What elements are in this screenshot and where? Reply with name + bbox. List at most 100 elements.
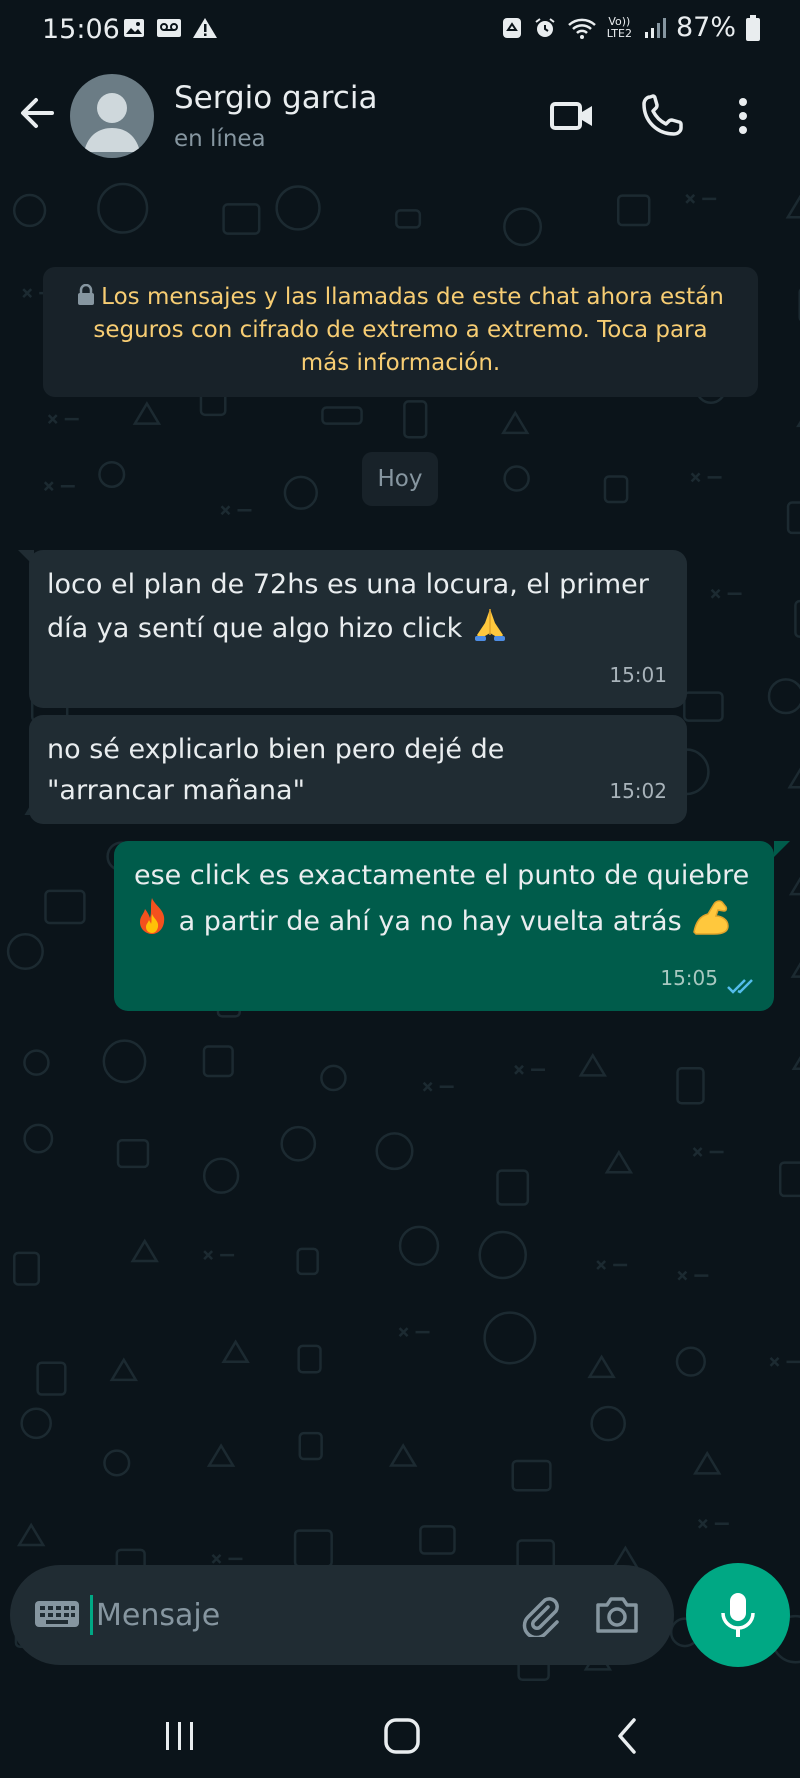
wallpaper-doodle [603,475,629,504]
message-time: 15:05 [660,966,718,990]
recent-apps-icon[interactable] [156,1714,204,1758]
text-caret [90,1595,93,1635]
avatar[interactable] [70,74,154,158]
default-avatar-icon [84,93,140,152]
back-nav-icon[interactable] [604,1714,652,1758]
wallpaper-doodle [767,678,800,715]
wallpaper-doodle [677,1270,709,1281]
wallpaper-doodle [130,1238,159,1263]
volte-label: Vo)) [608,14,631,28]
wallpaper-doodle [578,1052,607,1077]
wallpaper-doodle [296,1247,319,1276]
status-left-icons [122,16,218,40]
voice-record-button[interactable] [686,1563,790,1667]
wallpaper-doodle [692,1147,724,1157]
flexed-biceps-emoji [693,900,730,935]
wallpaper-doodle [501,410,530,435]
wallpaper-doodle [478,1230,527,1280]
wallpaper-doodle [398,1327,430,1338]
double-check-read-icon [727,979,753,994]
contact-status: en línea [174,126,266,152]
date-separator: Hoy [362,452,438,506]
wallpaper-doodle [790,962,800,978]
message-composer [10,1565,674,1665]
wallpaper-doodle [6,932,44,971]
message-bubble-incoming[interactable]: loco el plan de 72hs es una locura, el p… [29,550,687,708]
wallpaper-doodle [503,465,530,492]
contact-name[interactable]: Sergio garcia [174,80,377,116]
message-text: loco el plan de 72hs es una locura, el p… [47,569,649,644]
wallpaper-doodle [12,193,47,228]
wallpaper-doodle [202,1157,240,1194]
status-bar: 15:06 Vo)) LTE2 87% [0,0,800,60]
microphone-icon [721,1593,755,1637]
wallpaper-doodle [202,1045,234,1078]
chat-header: Sergio garcia en línea [0,60,800,178]
encryption-notice[interactable]: Los mensajes y las llamadas de este chat… [43,267,758,397]
wallpaper-doodle [398,1225,440,1267]
wallpaper-doodle [98,460,126,489]
message-time: 15:02 [609,779,667,803]
keyboard-icon[interactable] [34,1597,80,1631]
wallpaper-doodle [36,1361,67,1396]
status-right-icons: Vo)) LTE2 87% [501,12,760,43]
wallpaper-doodle [220,505,252,516]
back-arrow-icon[interactable] [14,90,60,136]
wallpaper-doodle [23,1049,50,1076]
wallpaper-doodle [16,1522,46,1547]
wallpaper-doodle [596,1260,628,1270]
wallpaper-doodle [587,1354,616,1379]
voicemail-icon [157,19,181,37]
wallpaper-doodle [676,1066,705,1105]
wallpaper-doodle [283,475,318,510]
warning-icon [193,18,217,38]
wallpaper-doodle [23,1123,54,1154]
voice-call-icon[interactable] [638,92,686,140]
message-input[interactable] [96,1593,396,1637]
video-call-icon[interactable] [548,92,596,140]
wallpaper-doodle [604,1149,634,1174]
network-type: Vo)) LTE2 [607,14,632,40]
message-bubble-incoming[interactable]: no sé explicarlo bien pero dejé de "arra… [29,715,687,824]
wallpaper-doodle [132,401,162,425]
attach-icon[interactable] [518,1593,562,1637]
wallpaper-doodle [787,767,800,789]
wallpaper-doodle [44,889,86,925]
message-bubble-outgoing[interactable]: ese click es exactamente el punto de qui… [114,841,774,1011]
wallpaper-doodle [280,1125,317,1162]
more-options-icon[interactable] [728,92,758,140]
wallpaper-doodle [514,1064,546,1075]
wallpaper-doodle [692,1450,722,1475]
wallpaper-doodle [293,1529,333,1568]
wallpaper-doodle [788,876,800,896]
wallpaper-doodle [109,1357,139,1382]
wallpaper-doodle [116,1139,150,1169]
camera-icon[interactable] [594,1593,640,1637]
wallpaper-doodle [785,194,800,219]
wallpaper-doodle [103,1449,131,1477]
wallpaper-doodle [13,1251,41,1286]
wallpaper-doodle [403,400,428,439]
message-text: no sé explicarlo bien pero dejé de "arra… [47,734,505,806]
wallpaper-doodle [503,207,543,247]
wifi-icon [567,18,596,39]
wallpaper-doodle [697,1518,729,1529]
home-icon[interactable] [378,1714,426,1758]
battery-icon [746,14,760,41]
wallpaper-doodle [794,599,800,638]
wallpaper-doodle [791,1056,800,1070]
wallpaper-doodle [102,1039,147,1084]
fire-emoji [140,898,165,934]
wallpaper-doodle [690,472,722,483]
wallpaper-doodle [203,1250,235,1261]
wallpaper-doodle [297,1344,322,1374]
recycle-icon [502,17,521,38]
wallpaper-doodle [97,182,149,234]
wallpaper-doodle [422,1081,454,1092]
wallpaper-doodle [616,194,651,227]
lock-icon [78,284,95,305]
wallpaper-doodle [43,481,75,492]
wallpaper-doodle [675,1346,706,1377]
alarm-icon [535,17,555,37]
wallpaper-doodle [778,1161,800,1198]
